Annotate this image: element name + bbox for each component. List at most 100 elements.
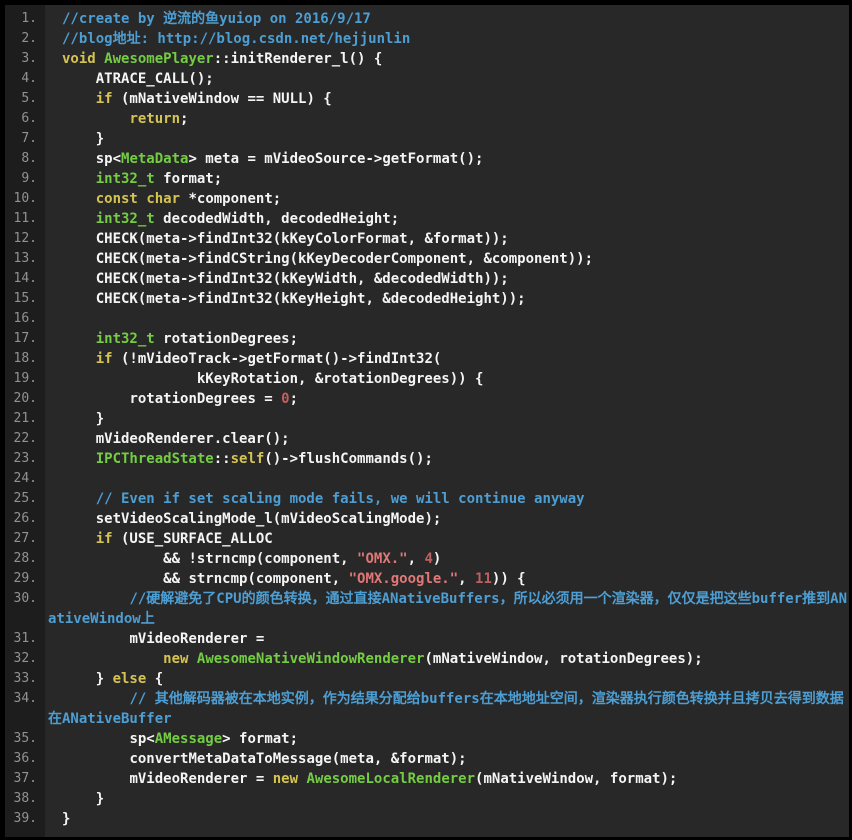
code-line[interactable] — [45, 309, 849, 329]
code-line[interactable]: sp<AMessage> format; — [45, 729, 849, 749]
code-line[interactable]: if (mNativeWindow == NULL) { — [45, 89, 849, 109]
code-token-text: :: — [213, 451, 231, 467]
code-line-row: 28. && !strncmp(component, "OMX.", 4) — [5, 549, 849, 569]
code-token-text: (mNativeWindow, rotationDegrees); — [424, 651, 703, 667]
code-line[interactable]: } — [45, 789, 849, 809]
line-number: 5. — [21, 91, 37, 106]
code-token-comment: //create by 逆流的鱼yuiop on 2016/9/17 — [62, 11, 371, 27]
code-token-text: ::initRenderer_l() { — [213, 51, 383, 67]
code-token-keyword: new — [163, 651, 189, 667]
code-line[interactable]: int32_t rotationDegrees; — [45, 329, 849, 349]
line-number: 1. — [21, 11, 37, 26]
code-line[interactable]: mVideoRenderer.clear(); — [45, 429, 849, 449]
code-line-row: 21. } — [5, 409, 849, 429]
code-token-text: sp< — [62, 731, 155, 747]
code-line[interactable]: if (USE_SURFACE_ALLOC — [45, 529, 849, 549]
code-line[interactable]: const char *component; — [45, 189, 849, 209]
code-token-text: ATRACE_CALL(); — [62, 71, 214, 87]
code-token-type: AMessage — [154, 731, 223, 747]
code-token-text: (!mVideoTrack->getFormat()->findInt32( — [112, 351, 442, 367]
code-line[interactable]: IPCThreadState::self()->flushCommands(); — [45, 449, 849, 469]
code-listing[interactable]: 1. //create by 逆流的鱼yuiop on 2016/9/17 2. //… — [5, 5, 849, 837]
code-line[interactable]: int32_t format; — [45, 169, 849, 189]
code-line[interactable]: //create by 逆流的鱼yuiop on 2016/9/17 — [45, 9, 849, 29]
code-line[interactable]: CHECK(meta->findInt32(kKeyWidth, &decode… — [45, 269, 849, 289]
line-number: 26. — [13, 511, 37, 526]
line-number: 37. — [13, 771, 37, 786]
code-token-text: rotationDegrees; — [154, 331, 299, 347]
line-number: 20. — [13, 391, 37, 406]
code-line[interactable]: mVideoRenderer = new AwesomeLocalRendere… — [45, 769, 849, 789]
code-line-row: 24. — [5, 469, 849, 489]
line-number: 3. — [21, 51, 37, 66]
code-token-text: , — [458, 571, 476, 587]
line-number: 18. — [13, 351, 37, 366]
code-line[interactable]: CHECK(meta->findCString(kKeyDecoderCompo… — [45, 249, 849, 269]
line-number: 16. — [13, 311, 37, 326]
line-number: 35. — [13, 731, 37, 746]
code-line-row: 8. sp<MetaData> meta = mVideoSource->get… — [5, 149, 849, 169]
code-line[interactable]: // 其他解码器被在本地实例，作为结果分配给buffers在本地地址空间，渲染器… — [45, 689, 849, 729]
code-line[interactable]: } — [45, 409, 849, 429]
line-number: 21. — [13, 411, 37, 426]
code-token-keyword: new — [272, 771, 299, 787]
code-token-text: { — [146, 671, 164, 687]
code-token-text: setVideoScalingMode_l(mVideoScalingMode)… — [62, 511, 442, 527]
code-token-text: (mNativeWindow, format); — [475, 771, 678, 787]
code-token-keyword: if — [95, 351, 113, 367]
code-line[interactable]: mVideoRenderer = — [45, 629, 849, 649]
code-line[interactable]: && strncmp(component, "OMX.google.", 11)… — [45, 569, 849, 589]
code-line[interactable] — [45, 469, 849, 489]
code-token-keyword: char — [146, 191, 181, 207]
code-token-text: } — [62, 791, 105, 807]
code-token-keyword: self — [230, 451, 265, 467]
code-line-row: 15. CHECK(meta->findInt32(kKeyHeight, &d… — [5, 289, 849, 309]
code-line[interactable]: //硬解避免了CPU的颜色转换，通过直接ANativeBuffers，所以必须用… — [45, 589, 849, 629]
code-line-row: 18. if (!mVideoTrack->getFormat()->findI… — [5, 349, 849, 369]
code-line[interactable]: void AwesomePlayer::initRenderer_l() { — [45, 49, 849, 69]
code-line[interactable]: convertMetaDataToMessage(meta, &format); — [45, 749, 849, 769]
code-token-keyword: else — [112, 671, 147, 687]
code-line[interactable]: rotationDegrees = 0; — [45, 389, 849, 409]
code-token-text: } — [62, 131, 105, 147]
code-line[interactable]: } — [45, 809, 849, 829]
code-line[interactable]: CHECK(meta->findInt32(kKeyColorFormat, &… — [45, 229, 849, 249]
code-line[interactable]: kKeyRotation, &rotationDegrees)) { — [45, 369, 849, 389]
code-line[interactable]: CHECK(meta->findInt32(kKeyHeight, &decod… — [45, 289, 849, 309]
line-number: 36. — [13, 751, 37, 766]
line-number: 7. — [21, 131, 37, 146]
code-token-type: int32_t — [95, 171, 155, 187]
code-line[interactable]: if (!mVideoTrack->getFormat()->findInt32… — [45, 349, 849, 369]
code-line[interactable]: } — [45, 129, 849, 149]
code-line-row: 23. IPCThreadState::self()->flushCommand… — [5, 449, 849, 469]
code-line[interactable]: } else { — [45, 669, 849, 689]
code-token-keyword: const — [95, 191, 138, 207]
code-line[interactable]: int32_t decodedWidth, decodedHeight; — [45, 209, 849, 229]
code-token-text: mVideoRenderer = — [62, 771, 273, 787]
code-line[interactable]: sp<MetaData> meta = mVideoSource->getFor… — [45, 149, 849, 169]
code-line[interactable]: //blog地址: http://blog.csdn.net/hejjunlin — [45, 29, 849, 49]
code-line-row: 20. rotationDegrees = 0; — [5, 389, 849, 409]
line-number: 9. — [21, 171, 37, 186]
code-line[interactable]: new AwesomeNativeWindowRenderer(mNativeW… — [45, 649, 849, 669]
code-token-string: "OMX.google." — [348, 571, 459, 587]
code-line[interactable]: ATRACE_CALL(); — [45, 69, 849, 89]
code-line-row: 27. if (USE_SURFACE_ALLOC — [5, 529, 849, 549]
code-token-text: , — [407, 551, 425, 567]
code-line[interactable]: return; — [45, 109, 849, 129]
code-line[interactable]: && !strncmp(component, "OMX.", 4) — [45, 549, 849, 569]
code-token-text: convertMetaDataToMessage(meta, &format); — [62, 751, 467, 767]
code-line-row: 2. //blog地址: http://blog.csdn.net/hejjunl… — [5, 29, 849, 49]
line-number: 27. — [13, 531, 37, 546]
code-line[interactable]: setVideoScalingMode_l(mVideoScalingMode)… — [45, 509, 849, 529]
code-line[interactable]: // Even if set scaling mode fails, we wi… — [45, 489, 849, 509]
code-line-row: 16. — [5, 309, 849, 329]
code-token-text: rotationDegrees = — [62, 391, 282, 407]
code-line-row: 33. } else { — [5, 669, 849, 689]
code-token-text: CHECK(meta->findCString(kKeyDecoderCompo… — [62, 251, 594, 267]
